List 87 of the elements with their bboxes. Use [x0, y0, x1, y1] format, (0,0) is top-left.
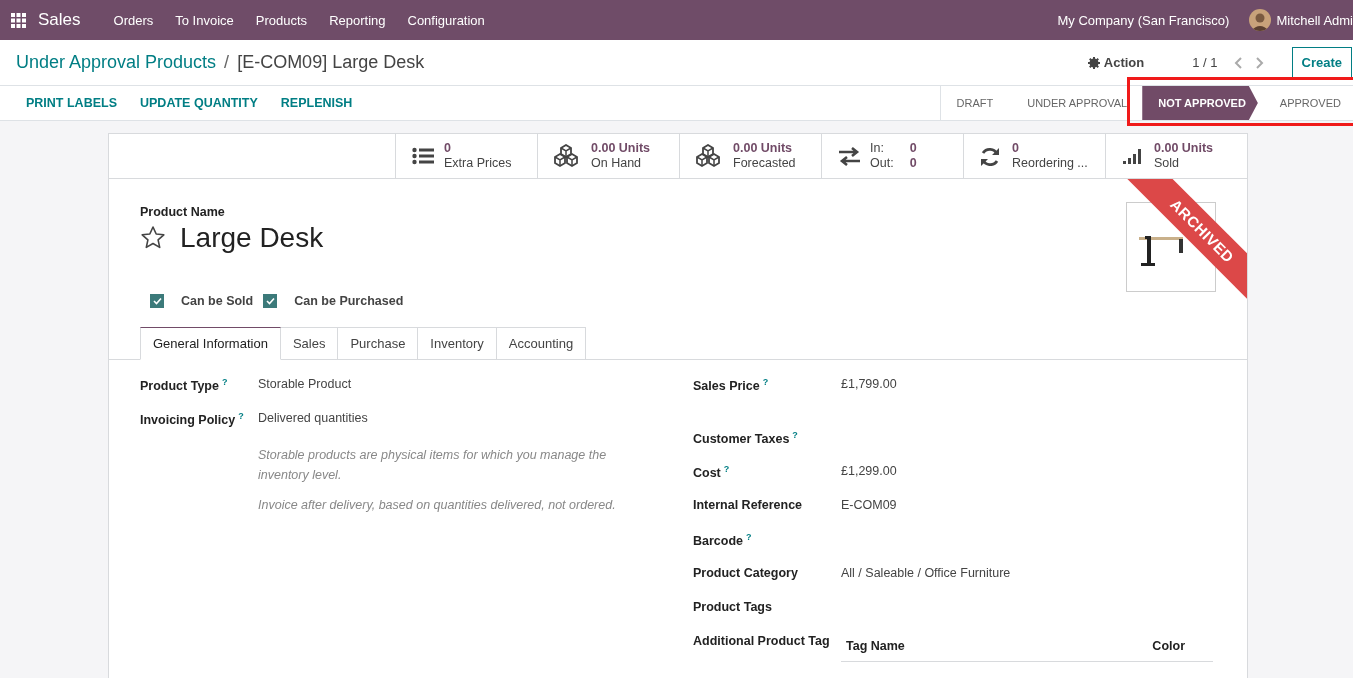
- stat-button[interactable]: 0 Extra Prices: [395, 134, 537, 178]
- help-note: Storable products are physical items for which you manage the inventory level.: [258, 447, 608, 484]
- tab[interactable]: General Information: [140, 327, 281, 360]
- field-label: Barcode: [693, 534, 744, 549]
- menu-item[interactable]: Reporting: [318, 12, 397, 28]
- stat-value: 0: [444, 141, 452, 156]
- field-label: Cost: [693, 466, 721, 481]
- list-icon: [412, 146, 435, 166]
- create-button[interactable]: Create: [1291, 47, 1352, 78]
- checkbox-label[interactable]: Can be Purchased: [294, 294, 404, 308]
- header-button[interactable]: UPDATE QUANTITY: [130, 96, 268, 110]
- field-label: Internal Reference: [693, 498, 803, 512]
- company-switcher[interactable]: My Company (San Francisco): [1057, 12, 1230, 28]
- menu-item[interactable]: Configuration: [396, 12, 496, 28]
- tab[interactable]: Sales: [280, 327, 339, 360]
- field-label: Sales Price: [693, 379, 760, 394]
- field-label: Product Category: [693, 566, 798, 580]
- field-value[interactable]: Delivered quantities: [258, 411, 368, 445]
- stat-button[interactable]: 0 Reordering ...: [963, 134, 1105, 178]
- stat-button[interactable]: 0.00 Units On Hand: [537, 134, 679, 178]
- column-header: Tag Name: [846, 639, 905, 653]
- apps-menu-icon[interactable]: [11, 12, 26, 28]
- checkbox[interactable]: [263, 294, 278, 308]
- chevron-left-icon: [1233, 56, 1243, 69]
- stat-button[interactable]: In: 0 Out: 0: [821, 134, 963, 178]
- tab[interactable]: Inventory: [418, 327, 497, 360]
- tab[interactable]: Accounting: [496, 327, 587, 360]
- help-tooltip[interactable]: ?: [238, 411, 244, 421]
- field-value[interactable]: Storable Product: [258, 377, 352, 411]
- breadcrumb-link[interactable]: Under Approval Products: [16, 52, 217, 73]
- stat-value: 0: [1012, 141, 1020, 156]
- favorite-star[interactable]: [140, 225, 166, 251]
- stat-label: Out:: [870, 156, 894, 171]
- stat-value: 0.00 Units: [733, 141, 794, 156]
- field-value[interactable]: E-COM09: [841, 498, 897, 532]
- help-tooltip[interactable]: ?: [746, 532, 752, 542]
- stat-value: 0: [909, 141, 917, 156]
- star-icon: [140, 225, 166, 251]
- help-tooltip[interactable]: ?: [792, 430, 798, 440]
- breadcrumb-current: [E-COM09] Large Desk: [237, 52, 425, 73]
- field-label: Product Tags: [693, 600, 772, 614]
- status-stage[interactable]: NOT APPROVED: [1142, 86, 1258, 120]
- stat-value: 0.00 Units: [1154, 141, 1214, 156]
- user-menu[interactable]: Mitchell Admi: [1276, 12, 1353, 28]
- stat-button[interactable]: 0.00 Units Forecasted: [679, 134, 821, 178]
- help-note: Invoice after delivery, based on quantities delivered, not ordered.: [258, 497, 617, 514]
- status-stage[interactable]: UNDER APPROVAL: [1005, 86, 1140, 120]
- help-tooltip[interactable]: ?: [221, 377, 228, 387]
- menu-item[interactable]: Orders: [102, 12, 165, 28]
- pager-value[interactable]: 1 / 1: [1192, 55, 1218, 70]
- stat-label: Reordering ...: [1012, 156, 1088, 171]
- action-menu[interactable]: Action: [1087, 55, 1145, 70]
- stat-value: 0: [909, 156, 917, 171]
- stat-button[interactable]: 0.00 Units Sold: [1105, 134, 1247, 178]
- apps-icon: [11, 12, 26, 28]
- stat-label: On Hand: [591, 156, 643, 171]
- stat-value: 0.00 Units: [591, 141, 651, 156]
- field-value[interactable]: £1,799.00: [841, 377, 897, 430]
- field-label: Customer Taxes: [693, 432, 790, 447]
- status-stage[interactable]: APPROVED: [1257, 86, 1353, 120]
- menu-item[interactable]: Products: [244, 12, 319, 28]
- stat-label: Extra Prices: [444, 156, 512, 171]
- help-tooltip[interactable]: ?: [723, 464, 730, 474]
- field-label: Product Type: [140, 379, 219, 394]
- field-value[interactable]: £1,299.00: [841, 464, 897, 498]
- avatar[interactable]: [1249, 9, 1272, 31]
- field-label: Additional Product Tag: [693, 634, 831, 650]
- header-button[interactable]: PRINT LABELS: [16, 96, 127, 110]
- menu-item[interactable]: To Invoice: [164, 12, 245, 28]
- transfer-arrows-icon: [838, 146, 861, 166]
- help-tooltip[interactable]: ?: [762, 377, 769, 387]
- tab[interactable]: Purchase: [338, 327, 419, 360]
- checkbox-label[interactable]: Can be Sold: [181, 294, 254, 308]
- header-button[interactable]: REPLENISH: [270, 96, 363, 110]
- stat-label: Sold: [1154, 156, 1181, 171]
- breadcrumb-separator: /: [224, 52, 230, 73]
- app-name[interactable]: Sales: [38, 10, 81, 30]
- status-stage[interactable]: DRAFT: [940, 86, 1006, 120]
- product-name[interactable]: Large Desk: [180, 222, 324, 254]
- stat-label: In:: [870, 141, 885, 156]
- column-header: Color: [1152, 639, 1185, 653]
- gear-icon: [1087, 56, 1100, 69]
- field-label: Invoicing Policy: [140, 413, 236, 428]
- checkbox[interactable]: [150, 294, 164, 308]
- stat-label: Forecasted: [733, 156, 796, 171]
- field-value[interactable]: All / Saleable / Office Furniture: [841, 566, 1011, 600]
- chevron-right-icon: [1254, 56, 1264, 69]
